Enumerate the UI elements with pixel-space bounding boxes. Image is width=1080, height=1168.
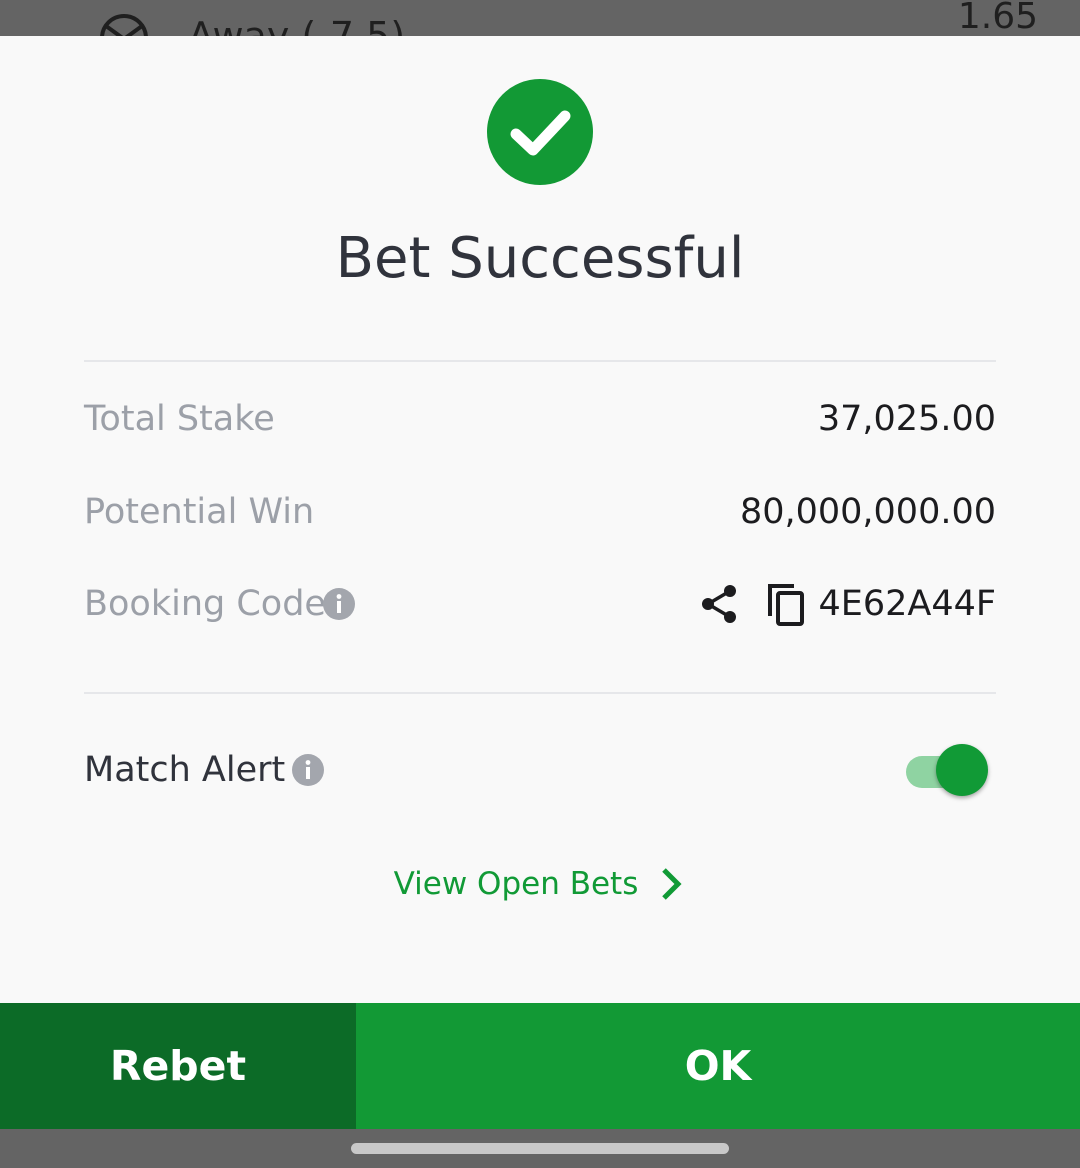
potential-win-label: Potential Win — [84, 492, 315, 532]
ok-button[interactable]: OK — [356, 1003, 1080, 1129]
background-bet-row: Away (-7.5) 1.65 — [0, 0, 1080, 36]
rebet-button[interactable]: Rebet — [0, 1003, 356, 1129]
background-odds: 1.65 — [957, 0, 1038, 36]
total-stake-label: Total Stake — [84, 399, 275, 439]
dialog-title: Bet Successful — [335, 226, 745, 291]
bet-success-dialog: Bet Successful Total Stake 37,025.00 Pot… — [0, 36, 1080, 1003]
potential-win-row: Potential Win 80,000,000.00 — [84, 482, 996, 542]
total-stake-row: Total Stake 37,025.00 — [84, 389, 996, 449]
background-selection-text: Away (-7.5) — [188, 14, 406, 36]
view-open-bets-row: View Open Bets — [0, 866, 1080, 902]
divider-top — [84, 360, 996, 362]
info-icon[interactable] — [322, 587, 356, 621]
booking-code-label: Booking Code — [84, 584, 326, 624]
toggle-thumb — [936, 744, 988, 796]
rebet-button-label: Rebet — [109, 1042, 247, 1090]
total-stake-value: 37,025.00 — [817, 399, 996, 439]
divider-bottom — [84, 692, 996, 694]
check-circle-icon — [487, 79, 593, 185]
view-open-bets-label: View Open Bets — [393, 866, 639, 902]
potential-win-value: 80,000,000.00 — [739, 492, 996, 532]
copy-icon[interactable] — [764, 580, 812, 628]
match-alert-label: Match Alert — [84, 750, 286, 790]
view-open-bets-link[interactable]: View Open Bets — [394, 866, 687, 902]
booking-code-row: Booking Code 4E62A44F — [84, 574, 996, 634]
match-alert-info-icon[interactable] — [291, 753, 325, 787]
home-indicator[interactable] — [351, 1143, 729, 1154]
ok-button-label: OK — [684, 1042, 752, 1090]
share-icon[interactable] — [698, 582, 742, 626]
booking-code-value[interactable]: 4E62A44F — [818, 574, 996, 634]
basketball-icon — [100, 14, 148, 36]
match-alert-toggle[interactable] — [902, 742, 992, 798]
match-alert-row: Match Alert — [84, 740, 996, 800]
chevron-right-icon — [662, 868, 682, 900]
